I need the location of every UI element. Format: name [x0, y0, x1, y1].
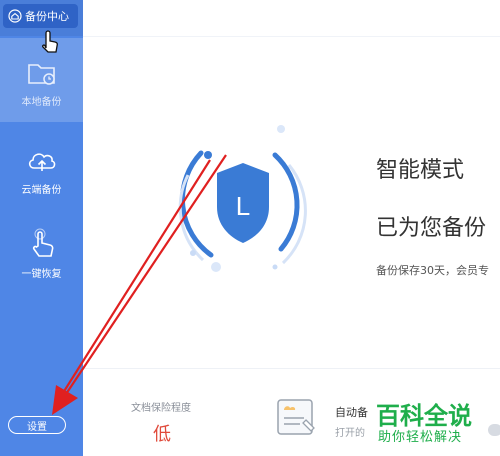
backup-center-label: 备份中心 — [25, 10, 69, 23]
bottom-divider — [83, 368, 500, 369]
settings-label: 设置 — [27, 421, 47, 433]
sidebar-header: 备份中心 — [0, 0, 83, 36]
auto-backup-label: 自动备 — [335, 406, 368, 419]
sidebar-item-label: 云端备份 — [21, 185, 62, 196]
top-bar — [83, 0, 500, 37]
hand-pointer-icon — [32, 228, 53, 257]
sidebar: 备份中心 本地备份 云端备份 一键恢复 设置 — [0, 0, 83, 456]
open-files-label: 打开的 — [335, 428, 365, 439]
watermark-sub-text: 助你轻松解决 — [378, 430, 463, 445]
sidebar-item-label: 一键恢复 — [21, 269, 62, 280]
shield-illustration: L — [178, 125, 307, 272]
mode-title: 智能模式 — [376, 158, 465, 183]
protection-status-graphic: L — [163, 125, 323, 285]
folder-clock-icon — [27, 64, 55, 85]
document-icon — [277, 399, 315, 435]
sidebar-item-cloud-backup[interactable]: 云端备份 — [0, 144, 83, 204]
shield-letter: L — [236, 191, 250, 221]
sidebar-item-one-click-restore[interactable]: 一键恢复 — [0, 228, 83, 288]
backup-center-button[interactable]: 备份中心 — [3, 4, 78, 28]
app-window: 备份中心 本地备份 云端备份 一键恢复 设置 L 智能模式 已为您备份 备份保存… — [0, 0, 500, 456]
home-icon — [8, 9, 22, 23]
backup-status-title: 已为您备份 — [376, 216, 487, 241]
protection-level-value: 低 — [153, 424, 171, 445]
protection-level-label: 文档保险程度 — [131, 403, 191, 414]
watermark-logo: 百科全说 助你轻松解决 — [376, 396, 500, 456]
sidebar-item-local-backup[interactable]: 本地备份 — [0, 38, 83, 122]
settings-button[interactable]: 设置 — [8, 416, 66, 434]
cloud-upload-icon — [28, 153, 55, 171]
retention-text: 备份保存30天，会员专 — [376, 264, 489, 277]
sidebar-item-label: 本地备份 — [21, 97, 62, 108]
